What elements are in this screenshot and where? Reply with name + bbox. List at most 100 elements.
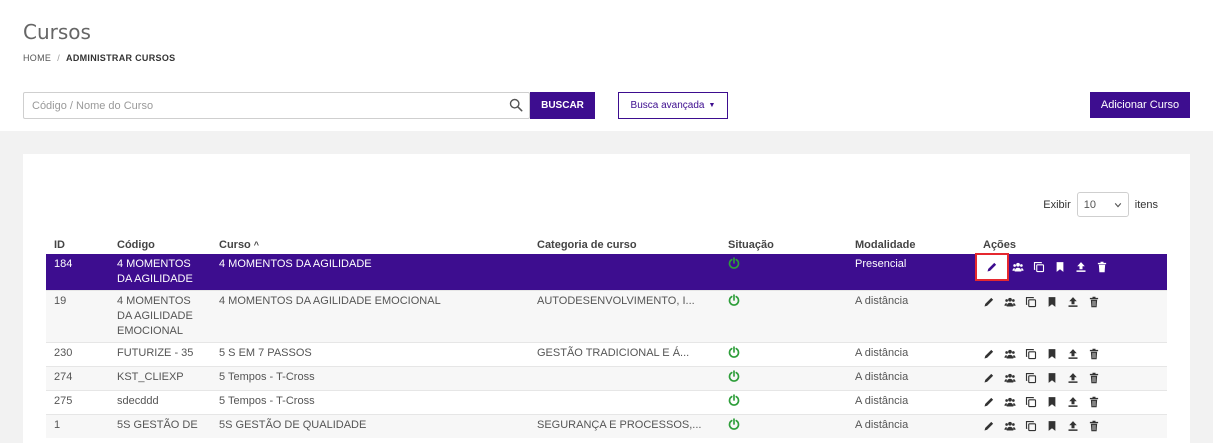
column-id[interactable]: ID — [46, 230, 109, 254]
pencil-icon[interactable] — [983, 348, 995, 360]
upload-icon[interactable] — [1067, 372, 1079, 384]
bookmark-icon[interactable] — [1054, 261, 1066, 273]
cell-situacao — [720, 290, 847, 343]
breadcrumb-current: ADMINISTRAR CURSOS — [66, 53, 176, 63]
users-icon[interactable] — [1004, 396, 1016, 408]
bookmark-icon[interactable] — [1046, 396, 1058, 408]
copy-icon[interactable] — [1033, 261, 1045, 273]
cell-categoria: GESTÃO TRADICIONAL E Á... — [529, 342, 720, 367]
table-row[interactable]: 19 4 MOMENTOS DA AGILIDADE EMOCIONAL 4 M… — [46, 290, 1167, 343]
bookmark-icon[interactable] — [1046, 348, 1058, 360]
cell-categoria — [529, 254, 720, 291]
cell-acoes — [975, 253, 1167, 291]
column-codigo[interactable]: Código — [109, 230, 211, 254]
trash-icon[interactable] — [1088, 396, 1100, 408]
power-icon[interactable] — [728, 257, 740, 269]
cell-curso: 4 MOMENTOS DA AGILIDADE — [219, 258, 372, 270]
trash-icon[interactable] — [1096, 261, 1108, 273]
table-row[interactable]: 275 sdecddd 5 Tempos - T-Cross A distânc… — [46, 390, 1167, 415]
cell-codigo: KST_CLIEXP — [109, 366, 211, 391]
cell-id: 1 — [46, 414, 109, 438]
pencil-icon[interactable] — [975, 253, 1009, 281]
users-icon[interactable] — [1012, 261, 1024, 273]
table-row[interactable]: 1 5S GESTÃO DE 5S GESTÃO DE QUALIDADE SE… — [46, 414, 1167, 438]
column-modalidade[interactable]: Modalidade — [847, 230, 975, 254]
table-header-row: ID Código Curso ^ Categoria de curso Situ… — [46, 230, 1167, 254]
cell-categoria: SEGURANÇA E PROCESSOS,... — [529, 414, 720, 438]
upload-icon[interactable] — [1067, 420, 1079, 432]
cell-situacao — [720, 342, 847, 367]
page-size-control: Exibir 10 itens — [1043, 192, 1158, 217]
cell-categoria — [529, 366, 720, 391]
busca-avancada-button[interactable]: Busca avançada ▼ — [618, 92, 728, 119]
column-acoes: Ações — [983, 239, 1017, 251]
table-row[interactable]: 184 4 MOMENTOS DA AGILIDADE 4 MOMENTOS D… — [46, 253, 1167, 291]
pencil-icon[interactable] — [983, 396, 995, 408]
cell-modalidade: A distância — [847, 342, 975, 367]
trash-icon[interactable] — [1088, 296, 1100, 308]
copy-icon[interactable] — [1025, 396, 1037, 408]
search-input[interactable] — [24, 93, 494, 118]
upload-icon[interactable] — [1067, 396, 1079, 408]
courses-card: Exibir 10 itens ID Código Curso ^ Categor… — [23, 154, 1190, 443]
cell-curso: 5 S EM 7 PASSOS — [211, 342, 529, 367]
cell-curso: 5 Tempos - T-Cross — [211, 390, 529, 415]
users-icon[interactable] — [1004, 296, 1016, 308]
cell-id: 19 — [46, 290, 109, 343]
cell-acoes — [975, 342, 1167, 367]
table-row[interactable]: 274 KST_CLIEXP 5 Tempos - T-Cross A dist… — [46, 366, 1167, 391]
cell-acoes — [975, 290, 1167, 343]
courses-table: ID Código Curso ^ Categoria de curso Situ… — [46, 230, 1167, 438]
copy-icon[interactable] — [1025, 372, 1037, 384]
pencil-icon[interactable] — [983, 372, 995, 384]
power-icon[interactable] — [728, 346, 740, 358]
busca-avancada-label: Busca avançada — [630, 100, 705, 111]
copy-icon[interactable] — [1025, 348, 1037, 360]
users-icon[interactable] — [1004, 372, 1016, 384]
cell-id: 274 — [46, 366, 109, 391]
users-icon[interactable] — [1004, 348, 1016, 360]
power-icon[interactable] — [728, 370, 740, 382]
cell-modalidade: Presencial — [855, 258, 907, 270]
cell-situacao — [720, 414, 847, 438]
pencil-icon[interactable] — [983, 296, 995, 308]
table-row[interactable]: 230 FUTURIZE - 35 5 S EM 7 PASSOS GESTÃO… — [46, 342, 1167, 367]
breadcrumb: HOME / ADMINISTRAR CURSOS — [23, 53, 175, 63]
cell-codigo: sdecddd — [109, 390, 211, 415]
itens-label: itens — [1134, 198, 1158, 211]
search-icon[interactable] — [509, 98, 523, 112]
cell-categoria: AUTODESENVOLVIMENTO, I... — [529, 290, 720, 343]
adicionar-curso-button[interactable]: Adicionar Curso — [1090, 92, 1190, 118]
upload-icon[interactable] — [1067, 348, 1079, 360]
cell-modalidade: A distância — [847, 414, 975, 438]
copy-icon[interactable] — [1025, 420, 1037, 432]
breadcrumb-home[interactable]: HOME — [23, 53, 51, 63]
cell-modalidade: A distância — [847, 290, 975, 343]
power-icon[interactable] — [728, 418, 740, 430]
cell-categoria — [529, 390, 720, 415]
column-categoria[interactable]: Categoria de curso — [529, 230, 720, 254]
bookmark-icon[interactable] — [1046, 420, 1058, 432]
column-situacao[interactable]: Situação — [720, 230, 847, 254]
buscar-button[interactable]: BUSCAR — [530, 92, 595, 119]
upload-icon[interactable] — [1067, 296, 1079, 308]
power-icon[interactable] — [728, 394, 740, 406]
cell-codigo: 4 MOMENTOS DA AGILIDADE EMOCIONAL — [109, 290, 211, 343]
trash-icon[interactable] — [1088, 420, 1100, 432]
page-size-value: 10 — [1083, 198, 1096, 211]
power-icon[interactable] — [728, 294, 740, 306]
bookmark-icon[interactable] — [1046, 372, 1058, 384]
trash-icon[interactable] — [1088, 372, 1100, 384]
bookmark-icon[interactable] — [1046, 296, 1058, 308]
users-icon[interactable] — [1004, 420, 1016, 432]
page-size-select[interactable]: 10 — [1076, 192, 1129, 217]
copy-icon[interactable] — [1025, 296, 1037, 308]
cell-codigo: 4 MOMENTOS DA AGILIDADE — [117, 258, 193, 285]
cell-acoes — [975, 414, 1167, 438]
cell-acoes — [975, 366, 1167, 391]
column-curso[interactable]: Curso ^ — [211, 230, 529, 254]
pencil-icon[interactable] — [983, 420, 995, 432]
breadcrumb-separator: / — [57, 53, 61, 63]
upload-icon[interactable] — [1075, 261, 1087, 273]
trash-icon[interactable] — [1088, 348, 1100, 360]
